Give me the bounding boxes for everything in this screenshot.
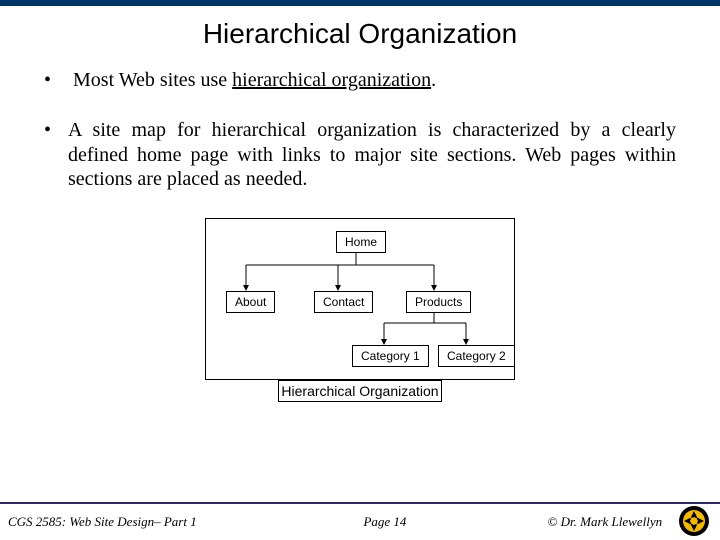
top-border <box>0 0 720 6</box>
bullet-1: Most Web sites use hierarchical organiza… <box>44 68 676 92</box>
hierarchy-diagram: Home About Contact Products Category 1 C… <box>205 218 515 380</box>
footer-left: CGS 2585: Web Site Design– Part 1 <box>0 514 280 530</box>
footer-page: Page 14 <box>280 514 489 530</box>
bullet-2: A site map for hierarchical organization… <box>44 118 676 191</box>
diagram-caption: Hierarchical Organization <box>278 380 442 402</box>
bullet-1-underlined: hierarchical organization <box>232 69 431 91</box>
logo-icon <box>678 505 710 537</box>
node-category-2: Category 2 <box>438 345 515 367</box>
bullet-1-text-c: . <box>431 69 436 91</box>
node-category-1: Category 1 <box>352 345 429 367</box>
slide: Hierarchical Organization Most Web sites… <box>0 0 720 540</box>
node-contact: Contact <box>314 291 373 313</box>
diagram-container: Home About Contact Products Category 1 C… <box>205 218 515 402</box>
bullet-1-text-a: Most Web sites use <box>73 69 232 91</box>
node-home: Home <box>336 231 386 253</box>
content-area: Most Web sites use hierarchical organiza… <box>0 50 720 402</box>
bullet-list: Most Web sites use hierarchical organiza… <box>44 68 676 192</box>
node-products: Products <box>406 291 471 313</box>
slide-title: Hierarchical Organization <box>0 18 720 50</box>
node-about: About <box>226 291 275 313</box>
footer: CGS 2585: Web Site Design– Part 1 Page 1… <box>0 502 720 540</box>
